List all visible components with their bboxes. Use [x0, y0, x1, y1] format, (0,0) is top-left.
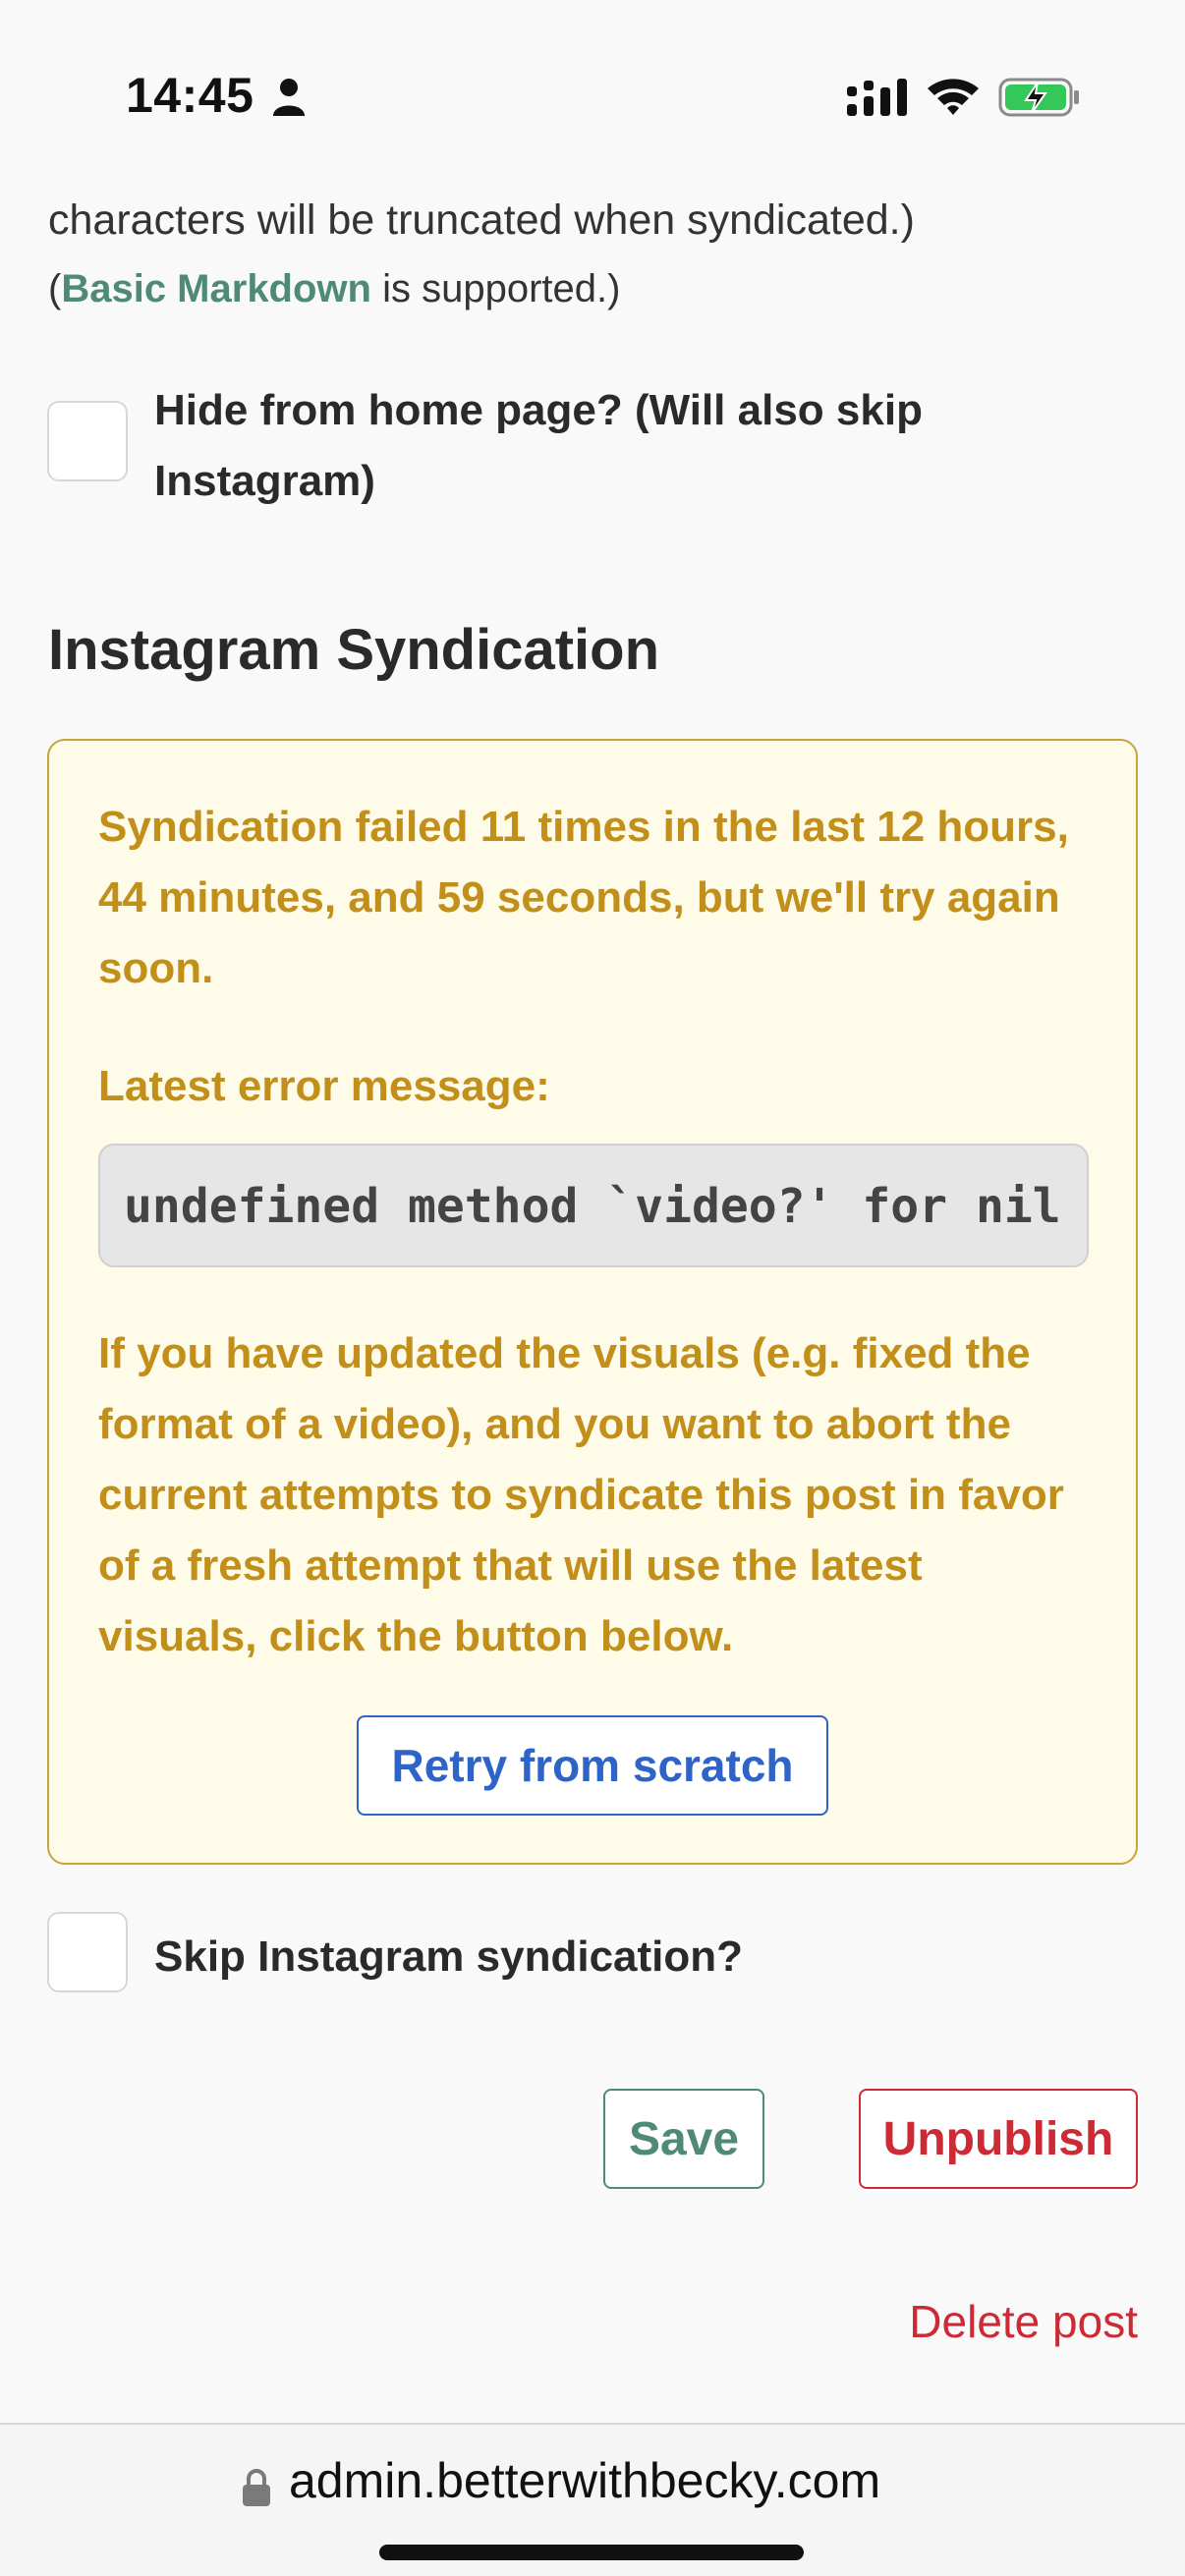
skip-instagram-checkbox[interactable] [47, 1912, 128, 1992]
hide-from-home-label[interactable]: Hide from home page? (Will also skip Ins… [154, 375, 1137, 517]
retry-instructions: If you have updated the visuals (e.g. fi… [98, 1329, 1064, 1660]
save-button[interactable]: Save [603, 2089, 764, 2189]
status-time: 14:45 [126, 68, 254, 123]
hide-from-home-label-line2: Instagram) [154, 457, 375, 505]
address-url[interactable]: admin.betterwithbecky.com [289, 2452, 880, 2509]
truncation-note: characters will be truncated when syndic… [48, 196, 915, 244]
retry-from-scratch-button[interactable]: Retry from scratch [357, 1715, 828, 1816]
page: 14:45 characters will be truncated when … [0, 0, 1185, 2576]
markdown-note: (Basic Markdown is supported.) [48, 267, 620, 311]
lock-icon [243, 2469, 270, 2506]
browser-address-bar[interactable]: admin.betterwithbecky.com [0, 2423, 1185, 2576]
status-bar: 14:45 [0, 0, 1185, 167]
instagram-syndication-heading: Instagram Syndication [48, 618, 660, 682]
person-icon [273, 79, 305, 116]
hide-from-home-checkbox[interactable] [47, 401, 128, 481]
syndication-warning-box: Syndication failed 11 times in the last … [47, 739, 1138, 1865]
cellular-signal-icon [847, 79, 907, 116]
hide-from-home-label-line1: Hide from home page? (Will also skip [154, 386, 923, 434]
error-message-code: undefined method `video?' for nil [98, 1144, 1089, 1267]
home-indicator[interactable] [379, 2545, 804, 2560]
unpublish-button[interactable]: Unpublish [859, 2089, 1138, 2189]
wifi-icon [928, 79, 979, 115]
markdown-supported-text: is supported.) [370, 267, 621, 310]
basic-markdown-link[interactable]: Basic Markdown [61, 267, 371, 310]
markdown-paren: ( [48, 267, 62, 310]
battery-charging-icon [998, 78, 1079, 117]
failure-message: Syndication failed 11 times in the last … [98, 803, 1069, 992]
latest-error-label: Latest error message: [98, 1062, 550, 1110]
skip-instagram-label[interactable]: Skip Instagram syndication? [154, 1922, 743, 1992]
delete-post-link[interactable]: Delete post [909, 2295, 1138, 2348]
